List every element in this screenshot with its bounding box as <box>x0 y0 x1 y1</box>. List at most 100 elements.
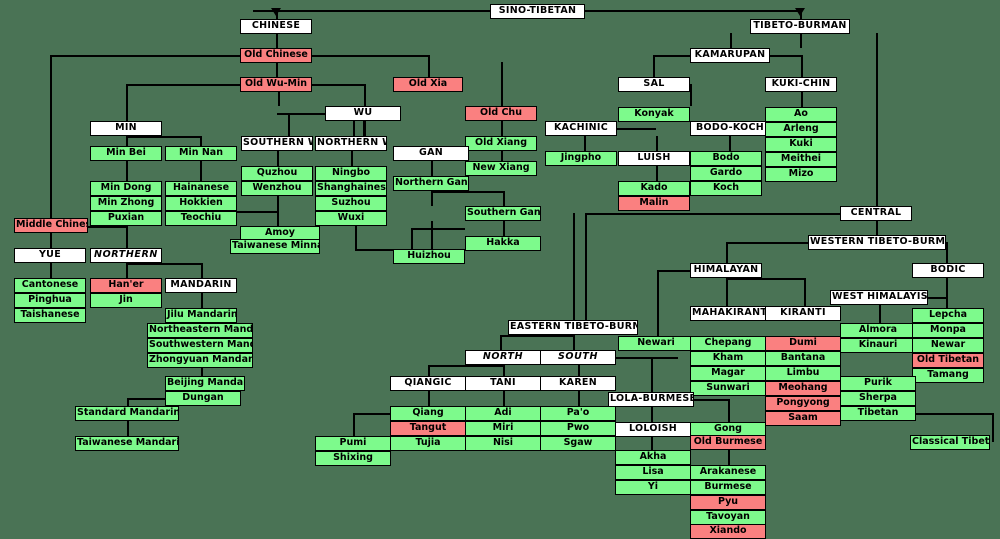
node-quzhou[interactable]: Quzhou <box>241 166 313 181</box>
node-kuki[interactable]: Kuki <box>765 137 837 152</box>
node-arakanese[interactable]: Arakanese <box>690 465 766 480</box>
node-northern_gan[interactable]: Northern Gan <box>393 176 469 191</box>
node-kachinic[interactable]: KACHINIC <box>545 121 617 136</box>
node-central[interactable]: CENTRAL <box>840 206 912 221</box>
node-tibetan[interactable]: Tibetan <box>840 406 916 421</box>
node-tani[interactable]: TANI <box>465 376 541 391</box>
node-sunwari[interactable]: Sunwari <box>690 381 766 396</box>
node-sgaw[interactable]: Sgaw <box>540 436 616 451</box>
node-shixing[interactable]: Shixing <box>315 451 391 466</box>
node-cantonese[interactable]: Cantonese <box>14 278 86 293</box>
node-monpa[interactable]: Monpa <box>912 323 984 338</box>
node-himalayan[interactable]: HIMALAYAN <box>690 263 762 278</box>
node-kinauri[interactable]: Kinauri <box>840 338 916 353</box>
node-chinese[interactable]: CHINESE <box>240 19 312 34</box>
node-beijing_mandarin[interactable]: Beijing Mandarin <box>165 376 245 391</box>
node-old_xia[interactable]: Old Xia <box>393 77 463 92</box>
node-taiwanese_mandarin[interactable]: Taiwanese Mandarin <box>75 436 179 451</box>
node-min[interactable]: MIN <box>90 121 162 136</box>
node-bodo[interactable]: Bodo <box>690 151 762 166</box>
node-dungan[interactable]: Dungan <box>165 391 241 406</box>
node-taishanese[interactable]: Taishanese <box>14 308 86 323</box>
node-kado[interactable]: Kado <box>618 181 690 196</box>
node-pyu[interactable]: Pyu <box>690 495 766 510</box>
node-northern_wu[interactable]: NORTHERN WU <box>315 136 387 151</box>
node-mandarin[interactable]: MANDARIN <box>165 278 237 293</box>
node-qiang[interactable]: Qiang <box>390 406 466 421</box>
node-min_nan[interactable]: Min Nan <box>165 146 237 161</box>
node-hakka[interactable]: Hakka <box>465 236 541 251</box>
node-pao[interactable]: Pa'o <box>540 406 616 421</box>
node-middle_chinese[interactable]: Middle Chinese <box>14 218 88 233</box>
node-tamang[interactable]: Tamang <box>912 368 984 383</box>
node-bodic[interactable]: BODIC <box>912 263 984 278</box>
node-arleng[interactable]: Arleng <box>765 122 837 137</box>
node-kuki_chin[interactable]: KUKI-CHIN <box>765 77 837 92</box>
node-zhongyuan_mandarin[interactable]: Zhongyuan Mandarin <box>147 353 253 368</box>
node-purik[interactable]: Purik <box>840 376 916 391</box>
node-haner[interactable]: Han'er <box>90 278 162 293</box>
node-jin[interactable]: Jin <box>90 293 162 308</box>
node-bantana[interactable]: Bantana <box>765 351 841 366</box>
node-shanghainese[interactable]: Shanghainese <box>315 181 387 196</box>
node-jilu_mandarin[interactable]: Jilu Mandarin <box>165 308 237 323</box>
node-hainanese[interactable]: Hainanese <box>165 181 237 196</box>
node-ao[interactable]: Ao <box>765 107 837 122</box>
node-dumi[interactable]: Dumi <box>765 336 841 351</box>
node-wu[interactable]: WU <box>325 106 401 121</box>
node-suzhou[interactable]: Suzhou <box>315 196 387 211</box>
node-lisa[interactable]: Lisa <box>615 465 691 480</box>
node-bodo_koch[interactable]: BODO-KOCH <box>690 121 770 136</box>
node-kiranti[interactable]: KIRANTI <box>765 306 841 321</box>
node-akha[interactable]: Akha <box>615 450 691 465</box>
node-pinghua[interactable]: Pinghua <box>14 293 86 308</box>
node-new_xiang[interactable]: New Xiang <box>465 161 537 176</box>
node-old_chinese[interactable]: Old Chinese <box>240 48 312 63</box>
node-gardo[interactable]: Gardo <box>690 166 762 181</box>
node-tavoyan[interactable]: Tavoyan <box>690 510 766 525</box>
node-saam[interactable]: Saam <box>765 411 841 426</box>
node-meohang[interactable]: Meohang <box>765 381 841 396</box>
node-jingpho[interactable]: Jingpho <box>545 151 617 166</box>
node-western_tibeto_burman[interactable]: WESTERN TIBETO-BURMAN <box>808 235 946 250</box>
node-min_dong[interactable]: Min Dong <box>90 181 162 196</box>
node-wuxi[interactable]: Wuxi <box>315 211 387 226</box>
node-northern[interactable]: NORTHERN <box>90 248 162 263</box>
node-kham[interactable]: Kham <box>690 351 766 366</box>
node-limbu[interactable]: Limbu <box>765 366 841 381</box>
node-konyak[interactable]: Konyak <box>618 107 690 122</box>
node-southern_wu[interactable]: SOUTHERN WU <box>241 136 313 151</box>
node-tibeto_burman[interactable]: TIBETO-BURMAN <box>750 19 850 34</box>
node-west_himalayish[interactable]: WEST HIMALAYISH <box>830 290 928 305</box>
node-karen[interactable]: KAREN <box>540 376 616 391</box>
node-luish[interactable]: LUISH <box>618 151 690 166</box>
node-mahakirant[interactable]: MAHAKIRANT <box>690 306 766 321</box>
node-wenzhou[interactable]: Wenzhou <box>241 181 313 196</box>
node-magar[interactable]: Magar <box>690 366 766 381</box>
node-miri[interactable]: Miri <box>465 421 541 436</box>
node-old_chu[interactable]: Old Chu <box>465 106 537 121</box>
node-tangut[interactable]: Tangut <box>390 421 466 436</box>
node-huizhou[interactable]: Huizhou <box>393 249 465 264</box>
node-yi[interactable]: Yi <box>615 480 691 495</box>
node-sino_tibetan[interactable]: SINO-TIBETAN <box>490 4 585 19</box>
node-southwestern_mandarin[interactable]: Southwestern Mandarin <box>147 338 253 353</box>
node-eastern_tibeto_burman[interactable]: EASTERN TIBETO-BURMAN <box>508 320 638 335</box>
node-koch[interactable]: Koch <box>690 181 762 196</box>
node-southern_gan[interactable]: Southern Gan <box>465 206 541 221</box>
node-taiwanese_minnan[interactable]: Taiwanese Minnan <box>230 239 320 254</box>
node-tujia[interactable]: Tujia <box>390 436 466 451</box>
node-pumi[interactable]: Pumi <box>315 436 391 451</box>
node-old_burmese[interactable]: Old Burmese <box>690 435 766 450</box>
node-almora[interactable]: Almora <box>840 323 916 338</box>
node-newari[interactable]: Newari <box>618 336 694 351</box>
node-pongyong[interactable]: Pongyong <box>765 396 841 411</box>
node-sal[interactable]: SAL <box>618 77 690 92</box>
node-min_zhong[interactable]: Min Zhong <box>90 196 162 211</box>
node-kamarupan[interactable]: KAMARUPAN <box>690 48 770 63</box>
node-old_xiang[interactable]: Old Xiang <box>465 136 537 151</box>
node-old_wu_min[interactable]: Old Wu-Min <box>240 77 312 92</box>
node-burmese[interactable]: Burmese <box>690 480 766 495</box>
node-puxian[interactable]: Puxian <box>90 211 162 226</box>
node-northeastern_mandarin[interactable]: Northeastern Mandarin <box>147 323 253 338</box>
